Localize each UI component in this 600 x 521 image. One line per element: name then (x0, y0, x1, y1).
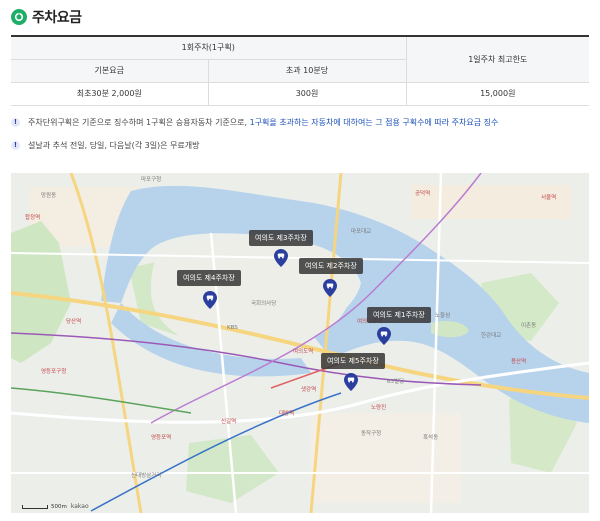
marker-label-lot4[interactable]: 여의도 제4주차장 (177, 270, 241, 286)
map-place-label: 영등포구청 (41, 369, 67, 375)
scale-label: 500m (51, 503, 67, 510)
extra-fee-value: 300원 (208, 82, 407, 106)
group-header: 1회주차(1구획) (11, 36, 407, 60)
map-place-label: 합정역 (25, 215, 41, 221)
map-place-label: KBS (227, 325, 238, 331)
section-title: 주차요금 (32, 10, 82, 26)
basic-fee-header: 기본요금 (11, 59, 209, 83)
map-pin-icon[interactable] (344, 373, 358, 391)
map-pin-icon[interactable] (203, 291, 217, 309)
map-place-label: 용산역 (511, 359, 527, 365)
max-fee-value: 15,000원 (406, 82, 590, 106)
map-scale: 500m kakao (19, 503, 89, 510)
note-item: ! 설날과 추석 전일, 당일, 다음날(각 3일)은 무료개방 (11, 139, 591, 151)
map-place-label: 샛강역 (301, 387, 317, 393)
map-place-label: 영등포역 (151, 435, 172, 441)
marker-label-lot2[interactable]: 여의도 제2주차장 (299, 258, 363, 274)
map-place-label: 노들섬 (435, 313, 451, 319)
note-text: 주차단위구획은 기준으로 징수하며 1구획은 승용자동차 기준으로, 1구획을 … (28, 117, 498, 128)
exclamation-icon: ! (11, 117, 20, 127)
note-text-highlight: 1구획을 초과하는 자동차에 대하여는 그 점용 구획수에 따라 주차요금 징수 (249, 117, 499, 127)
map-place-label: 국회의사당 (251, 301, 277, 307)
map-place-label: 공덕역 (415, 191, 431, 197)
map-place-label: 63빌딩 (387, 379, 405, 385)
note-text: 설날과 추석 전일, 당일, 다음날(각 3일)은 무료개방 (28, 140, 200, 150)
scale-bar (22, 504, 48, 509)
map-place-label: 대방역 (279, 411, 295, 417)
map-place-label: 여의도역 (293, 349, 314, 355)
map-place-label: 마포구청 (141, 177, 162, 183)
map-place-label: 이촌동 (521, 323, 537, 329)
marker-label-lot3[interactable]: 여의도 제3주차장 (249, 230, 313, 246)
section-header: 주차요금 (11, 7, 82, 27)
map-place-label: 신대방삼거리 (131, 473, 162, 479)
marker-label-lot5[interactable]: 여의도 제5주차장 (321, 353, 385, 369)
basic-fee-value: 최초30분 2,000원 (11, 82, 209, 106)
map-place-label: 당산역 (66, 319, 82, 325)
parking-fee-icon (11, 9, 27, 25)
map-pin-icon[interactable] (377, 327, 391, 345)
note-item: ! 주차단위구획은 기준으로 징수하며 1구획은 승용자동차 기준으로, 1구획… (11, 116, 591, 128)
parking-map[interactable]: 마포구청 망원동 합정역 당산역 영등포구청 KBS 국회의사당 여의도역 여의… (11, 173, 589, 513)
map-place-label: 마포대교 (351, 229, 372, 235)
map-place-label: 한강대교 (481, 333, 502, 339)
map-place-label: 신길역 (221, 419, 237, 425)
map-place-label: 흑석동 (423, 435, 439, 441)
note-text-plain: 주차단위구획은 기준으로 징수하며 1구획은 승용자동차 기준으로, (28, 117, 250, 127)
parking-fee-table: 1회주차(1구획) 1일주차 최고한도 기본요금 초과 10분당 최초30분 2… (11, 35, 590, 106)
map-place-label: 동작구청 (361, 431, 382, 437)
fee-notes: ! 주차단위구획은 기준으로 징수하며 1구획은 승용자동차 기준으로, 1구획… (11, 116, 591, 162)
map-base (11, 173, 589, 513)
extra-fee-header: 초과 10분당 (208, 59, 407, 83)
map-brand-logo: kakao (70, 503, 89, 510)
map-pin-icon[interactable] (274, 249, 288, 267)
table-row: 최초30분 2,000원 300원 15,000원 (11, 82, 590, 106)
map-pin-icon[interactable] (323, 279, 337, 297)
max-header: 1일주차 최고한도 (406, 36, 590, 83)
map-place-label: 망원동 (41, 193, 57, 199)
marker-label-lot1[interactable]: 여의도 제1주차장 (367, 307, 431, 323)
exclamation-icon: ! (11, 140, 20, 150)
map-place-label: 서울역 (541, 195, 557, 201)
map-place-label: 노량진 (371, 405, 387, 411)
